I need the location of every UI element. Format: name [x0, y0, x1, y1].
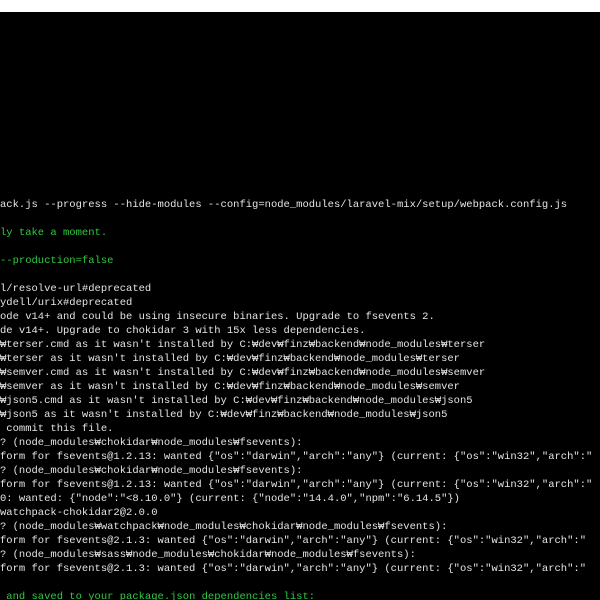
- terminal-line: commit this file.: [0, 422, 600, 436]
- terminal-line: ? (node_modules₩watchpack₩node_modules₩c…: [0, 520, 600, 534]
- terminal-line: ₩terser.cmd as it wasn't installed by C:…: [0, 338, 600, 352]
- terminal-line: form for fsevents@1.2.13: wanted {"os":"…: [0, 478, 600, 492]
- terminal-blank-area: [0, 40, 600, 170]
- terminal-line: l/resolve-url#deprecated: [0, 282, 600, 296]
- terminal-line: ? (node_modules₩chokidar₩node_modules₩fs…: [0, 464, 600, 478]
- terminal-line: watchpack-chokidar2@2.0.0: [0, 506, 600, 520]
- window-title-bar: [0, 0, 600, 12]
- terminal-line: and saved to your package.json dependenc…: [0, 590, 600, 600]
- terminal-line: ₩semver.cmd as it wasn't installed by C:…: [0, 366, 600, 380]
- terminal-line: ₩terser as it wasn't installed by C:₩dev…: [0, 352, 600, 366]
- terminal-line: [0, 576, 600, 590]
- terminal-line: ? (node_modules₩chokidar₩node_modules₩fs…: [0, 436, 600, 450]
- terminal-line: 0: wanted: {"node":"<8.10.0"} (current: …: [0, 492, 600, 506]
- terminal-line: ode v14+ and could be using insecure bin…: [0, 310, 600, 324]
- terminal-lines: ack.js --progress --hide-modules --confi…: [0, 198, 600, 600]
- terminal-line: [0, 240, 600, 254]
- terminal-line: ydell/urix#deprecated: [0, 296, 600, 310]
- terminal-line: ₩json5.cmd as it wasn't installed by C:₩…: [0, 394, 600, 408]
- terminal-line: form for fsevents@2.1.3: wanted {"os":"d…: [0, 562, 600, 576]
- terminal-line: ? (node_modules₩sass₩node_modules₩chokid…: [0, 548, 600, 562]
- terminal-line: ly take a moment.: [0, 226, 600, 240]
- terminal-line: form for fsevents@2.1.3: wanted {"os":"d…: [0, 534, 600, 548]
- terminal-line: --production=false: [0, 254, 600, 268]
- terminal-line: de v14+. Upgrade to chokidar 3 with 15x …: [0, 324, 600, 338]
- terminal-line: ack.js --progress --hide-modules --confi…: [0, 198, 600, 212]
- terminal-line: form for fsevents@1.2.13: wanted {"os":"…: [0, 450, 600, 464]
- terminal-line: [0, 212, 600, 226]
- terminal-line: ₩semver as it wasn't installed by C:₩dev…: [0, 380, 600, 394]
- terminal-line: [0, 268, 600, 282]
- terminal-line: ₩json5 as it wasn't installed by C:₩dev₩…: [0, 408, 600, 422]
- terminal-output[interactable]: ack.js --progress --hide-modules --confi…: [0, 12, 600, 600]
